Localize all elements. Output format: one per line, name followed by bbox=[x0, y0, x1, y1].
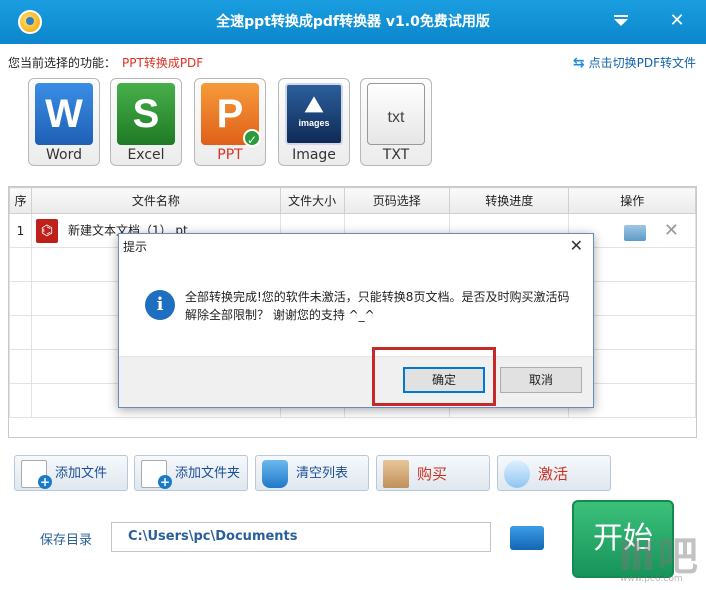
plus-icon: + bbox=[38, 475, 52, 489]
format-tile-label: Word bbox=[46, 147, 82, 163]
column-header-actions: 操作 bbox=[568, 187, 696, 214]
image-icon: ⛰ images bbox=[285, 83, 343, 145]
add-folder-label: 添加文件夹 bbox=[175, 466, 241, 481]
title-bar: 全速ppt转换成pdf转换器 v1.0免费试用版 ✕ bbox=[0, 0, 706, 44]
dialog-body: i 全部转换完成!您的软件未激活，只能转换8页文档。是否及时购买激活码解除全部限… bbox=[119, 258, 593, 360]
close-button[interactable]: ✕ bbox=[666, 10, 688, 32]
mountain-icon: ⛰ bbox=[304, 92, 324, 117]
add-file-button[interactable]: + 添加文件 bbox=[14, 455, 128, 491]
dialog-close-button[interactable]: ✕ bbox=[570, 236, 583, 255]
current-function-label: 您当前选择的功能： bbox=[8, 56, 117, 70]
current-function-value: PPT转换成PDF bbox=[122, 56, 204, 70]
minimize-bar-icon bbox=[614, 15, 628, 17]
activate-label: 激活 bbox=[538, 465, 569, 483]
buy-button[interactable]: 购买 bbox=[376, 455, 490, 491]
switch-mode-label: 点击切换PDF转文件 bbox=[588, 56, 696, 70]
open-folder-icon[interactable] bbox=[624, 224, 647, 241]
info-icon: i bbox=[145, 290, 175, 320]
image-icon-caption: images bbox=[298, 118, 330, 128]
txt-icon: txt bbox=[367, 83, 425, 145]
dialog-title: 提示 bbox=[123, 240, 148, 254]
clear-list-label: 清空列表 bbox=[296, 466, 349, 481]
column-header-index: 序 bbox=[9, 187, 32, 214]
format-tile-label: PPT bbox=[217, 147, 243, 163]
shopping-bag-icon bbox=[383, 460, 409, 488]
format-tile-ppt[interactable]: P ✓ PPT bbox=[194, 78, 266, 166]
add-folder-icon: + bbox=[141, 460, 172, 489]
delete-row-icon[interactable]: ✕ bbox=[664, 220, 679, 241]
cancel-button[interactable]: 取消 bbox=[500, 367, 582, 393]
dialog-message: 全部转换完成!您的软件未激活，只能转换8页文档。是否及时购买激活码解除全部限制？… bbox=[185, 290, 570, 322]
current-function: 您当前选择的功能： PPT转换成PDF bbox=[8, 54, 203, 71]
table-header-row: 序 文件名称 文件大小 页码选择 转换进度 操作 bbox=[9, 187, 696, 214]
dialog-footer: 确定 取消 bbox=[119, 356, 593, 407]
watermark-url: www.pc6.com bbox=[620, 574, 683, 584]
format-tile-image[interactable]: ⛰ images Image bbox=[278, 78, 350, 166]
browse-folder-icon[interactable] bbox=[510, 526, 544, 550]
clear-list-button[interactable]: 清空列表 bbox=[255, 455, 369, 491]
column-header-progress: 转换进度 bbox=[448, 187, 570, 214]
format-tile-label: TXT bbox=[382, 147, 410, 163]
pdf-file-icon: ⌬ bbox=[35, 218, 58, 243]
save-directory-input[interactable]: C:\Users\pc\Documents bbox=[111, 522, 491, 552]
excel-icon: S bbox=[117, 83, 175, 145]
add-file-icon: + bbox=[21, 460, 52, 489]
format-tile-excel[interactable]: S Excel bbox=[110, 78, 182, 166]
column-header-filename: 文件名称 bbox=[30, 187, 281, 214]
minimize-button[interactable] bbox=[610, 10, 632, 32]
row-index: 1 bbox=[9, 213, 32, 248]
format-tile-label: Image bbox=[292, 147, 336, 163]
column-header-size: 文件大小 bbox=[279, 187, 345, 214]
format-tile-word[interactable]: W Word bbox=[28, 78, 100, 166]
format-tile-label: Excel bbox=[127, 147, 165, 163]
add-folder-button[interactable]: + 添加文件夹 bbox=[134, 455, 248, 491]
highlight-annotation bbox=[372, 347, 496, 406]
format-tile-txt[interactable]: txt TXT bbox=[360, 78, 432, 166]
plus-icon: + bbox=[158, 475, 172, 489]
txt-icon-caption: txt bbox=[387, 109, 405, 126]
buy-label: 购买 bbox=[417, 465, 448, 483]
window-title: 全速ppt转换成pdf转换器 v1.0免费试用版 bbox=[216, 14, 490, 30]
column-header-pages: 页码选择 bbox=[343, 187, 451, 214]
selected-check-icon: ✓ bbox=[243, 129, 261, 147]
switch-mode-link[interactable]: ⇆ 点击切换PDF转文件 bbox=[573, 54, 696, 71]
activate-button[interactable]: 激活 bbox=[497, 455, 611, 491]
add-file-label: 添加文件 bbox=[55, 466, 108, 481]
word-icon: W bbox=[35, 83, 93, 145]
activate-arrow-icon bbox=[504, 460, 530, 488]
trash-can-icon bbox=[262, 460, 288, 488]
message-dialog: 提示 ✕ i 全部转换完成!您的软件未激活，只能转换8页文档。是否及时购买激活码… bbox=[118, 233, 594, 408]
minimize-arrow-icon bbox=[614, 19, 628, 26]
swap-arrows-icon: ⇆ bbox=[572, 55, 585, 71]
save-directory-label: 保存目录 bbox=[40, 533, 93, 548]
